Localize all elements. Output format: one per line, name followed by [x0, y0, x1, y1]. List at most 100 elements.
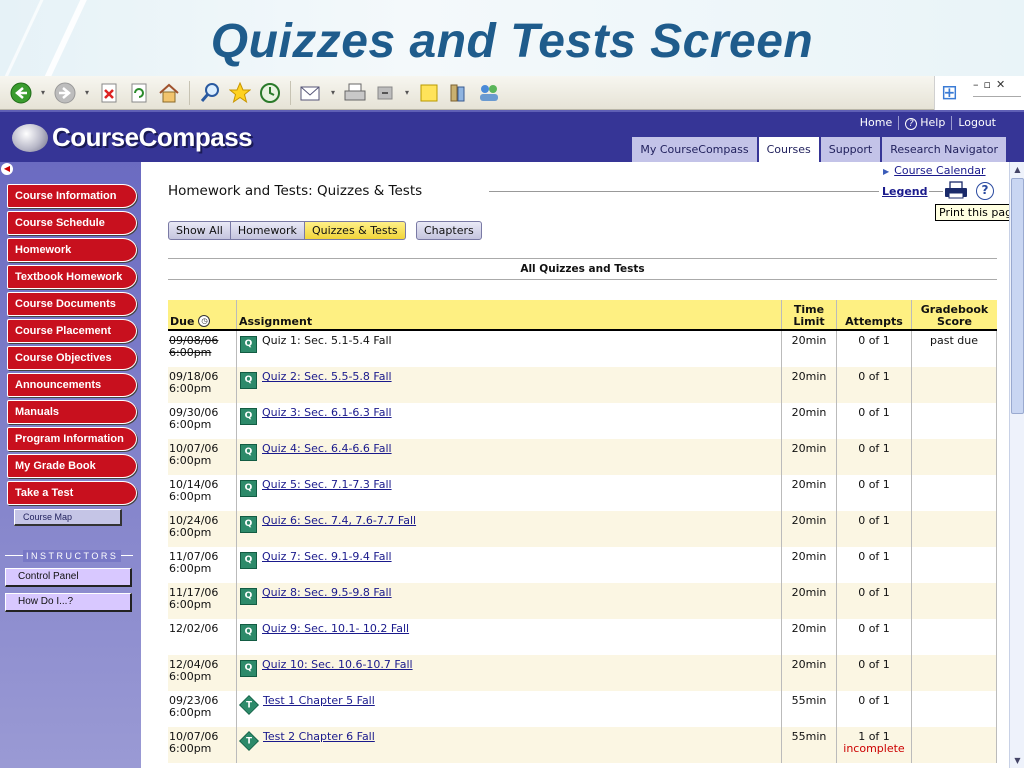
chapters-button[interactable]: Chapters	[416, 221, 482, 240]
due-date: 12/02/06	[169, 622, 219, 635]
gradebook-score-cell: past due	[912, 331, 997, 367]
tab-courses[interactable]: Courses	[758, 137, 819, 162]
assignment-link[interactable]: Quiz 8: Sec. 9.5-9.8 Fall	[262, 587, 392, 599]
sidebar-item-textbook-homework[interactable]: Textbook Homework	[7, 265, 137, 289]
favorites-icon[interactable]	[227, 80, 253, 106]
due-time: 6:00pm	[169, 382, 212, 395]
discuss-icon[interactable]	[416, 80, 442, 106]
slide-banner: Quizzes and Tests Screen	[0, 0, 1024, 76]
status-incomplete: incomplete	[843, 742, 905, 755]
home-link[interactable]: Home	[854, 116, 900, 130]
assignment-link[interactable]: Quiz 9: Sec. 10.1- 10.2 Fall	[262, 623, 409, 635]
sidebar-item-homework[interactable]: Homework	[7, 238, 137, 262]
assignment-link[interactable]: Quiz 5: Sec. 7.1-7.3 Fall	[262, 479, 392, 491]
home-icon[interactable]	[156, 80, 182, 106]
sidebar-item-announcements[interactable]: Announcements	[7, 373, 137, 397]
assignment-link[interactable]: Quiz 7: Sec. 9.1-9.4 Fall	[262, 551, 392, 563]
logo-text: CourseCompass	[52, 122, 253, 152]
scroll-up-icon[interactable]: ▲	[1011, 163, 1024, 176]
attempts-cell: 0 of 1	[837, 367, 912, 403]
filter-show-all[interactable]: Show All	[168, 221, 231, 240]
sidebar-item-take-a-test[interactable]: Take a Test	[7, 481, 137, 505]
sidebar-item-course-placement[interactable]: Course Placement	[7, 319, 137, 343]
vertical-scrollbar[interactable]: ▲ ▼	[1009, 162, 1024, 768]
table-row: 12/02/06 Q Quiz 9: Sec. 10.1- 10.2 Fall 20m…	[168, 619, 997, 655]
section-header: All Quizzes and Tests	[168, 258, 997, 280]
sidebar: ◀ Course Information Course Schedule Hom…	[0, 162, 141, 768]
sidebar-item-manuals[interactable]: Manuals	[7, 400, 137, 424]
due-time: 6:00pm	[169, 598, 212, 611]
how-do-i-button[interactable]: How Do I...?	[5, 593, 132, 612]
sidebar-item-program-information[interactable]: Program Information	[7, 427, 137, 451]
mail-dropdown-icon[interactable]: ▾	[328, 88, 338, 97]
stop-icon[interactable]	[96, 80, 122, 106]
assignment-link[interactable]: Quiz 3: Sec. 6.1-6.3 Fall	[262, 407, 392, 419]
sidebar-item-my-grade-book[interactable]: My Grade Book	[7, 454, 137, 478]
scroll-thumb[interactable]	[1011, 178, 1024, 414]
help-link[interactable]: ? Help	[899, 116, 953, 130]
course-map-button[interactable]: Course Map	[14, 509, 122, 526]
filter-homework[interactable]: Homework	[230, 221, 305, 240]
assignment-link[interactable]: Quiz 10: Sec. 10.6-10.7 Fall	[262, 659, 413, 671]
edit-icon[interactable]	[372, 80, 398, 106]
back-dropdown-icon[interactable]: ▾	[38, 88, 48, 97]
gradebook-score-cell	[912, 655, 997, 691]
printer-icon[interactable]	[944, 181, 968, 199]
column-due[interactable]: Due ◷	[168, 300, 237, 329]
refresh-icon[interactable]	[126, 80, 152, 106]
quiz-icon: Q	[240, 372, 257, 389]
assignment-link[interactable]: Quiz 2: Sec. 5.5-5.8 Fall	[262, 371, 392, 383]
tab-research-navigator[interactable]: Research Navigator	[882, 137, 1006, 162]
due-time: 6:00pm	[169, 526, 212, 539]
back-icon[interactable]	[8, 80, 34, 106]
help-icon[interactable]: ?	[976, 182, 994, 200]
time-limit-cell: 55min	[782, 727, 837, 763]
window-buttons[interactable]: –▫✕	[973, 78, 1010, 91]
sidebar-item-course-schedule[interactable]: Course Schedule	[7, 211, 137, 235]
assignment-cell: Q Quiz 2: Sec. 5.5-5.8 Fall	[237, 367, 782, 403]
attempts-value: 0 of 1	[858, 514, 890, 527]
course-calendar-link[interactable]: ▶ Course Calendar	[883, 164, 986, 177]
edit-dropdown-icon[interactable]: ▾	[402, 88, 412, 97]
history-icon[interactable]	[257, 80, 283, 106]
gradebook-score-cell	[912, 691, 997, 727]
assignment-cell: Q Quiz 8: Sec. 9.5-9.8 Fall	[237, 583, 782, 619]
site-header: CourseCompass Home ? Help Logout My Cours…	[0, 110, 1024, 162]
logo[interactable]: CourseCompass	[12, 122, 253, 153]
messenger-icon[interactable]	[476, 80, 502, 106]
search-icon[interactable]	[197, 80, 223, 106]
nav-tabs: My CourseCompass Courses Support Researc…	[632, 137, 1006, 162]
quiz-icon: Q	[240, 588, 257, 605]
gradebook-score-cell	[912, 475, 997, 511]
control-panel-button[interactable]: Control Panel	[5, 568, 132, 587]
sidebar-item-course-information[interactable]: Course Information	[7, 184, 137, 208]
sidebar-item-course-documents[interactable]: Course Documents	[7, 292, 137, 316]
tab-my-coursecompass[interactable]: My CourseCompass	[632, 137, 757, 162]
table-row: 10/07/06 6:00pm T Test 2 Chapter 6 Fall 55mi…	[168, 727, 997, 763]
print-toolbar-icon[interactable]	[342, 80, 368, 106]
quiz-icon: Q	[240, 516, 257, 533]
due-time: 6:00pm	[169, 454, 212, 467]
time-limit-cell: 20min	[782, 619, 837, 655]
quiz-icon: Q	[240, 336, 257, 353]
filter-quizzes-tests[interactable]: Quizzes & Tests	[304, 221, 406, 240]
legend-link[interactable]: Legend	[882, 185, 928, 198]
forward-dropdown-icon[interactable]: ▾	[82, 88, 92, 97]
logout-link[interactable]: Logout	[952, 116, 1002, 130]
assignment-link[interactable]: Quiz 6: Sec. 7.4, 7.6-7.7 Fall	[262, 515, 416, 527]
assignment-link[interactable]: Test 2 Chapter 6 Fall	[263, 731, 375, 743]
scroll-down-icon[interactable]: ▼	[1011, 754, 1024, 767]
assignment-link[interactable]: Test 1 Chapter 5 Fall	[263, 695, 375, 707]
research-icon[interactable]	[446, 80, 472, 106]
quiz-icon: Q	[240, 660, 257, 677]
sidebar-item-course-objectives[interactable]: Course Objectives	[7, 346, 137, 370]
forward-icon[interactable]	[52, 80, 78, 106]
quiz-icon: Q	[240, 480, 257, 497]
attempts-value: 0 of 1	[858, 406, 890, 419]
collapse-menu-icon[interactable]: ◀	[1, 163, 13, 175]
table-row: 11/17/06 6:00pm Q Quiz 8: Sec. 9.5-9.8 Fall…	[168, 583, 997, 619]
assignment-cell: Q Quiz 4: Sec. 6.4-6.6 Fall	[237, 439, 782, 475]
mail-icon[interactable]	[298, 80, 324, 106]
tab-support[interactable]: Support	[820, 137, 881, 162]
assignment-link[interactable]: Quiz 4: Sec. 6.4-6.6 Fall	[262, 443, 392, 455]
